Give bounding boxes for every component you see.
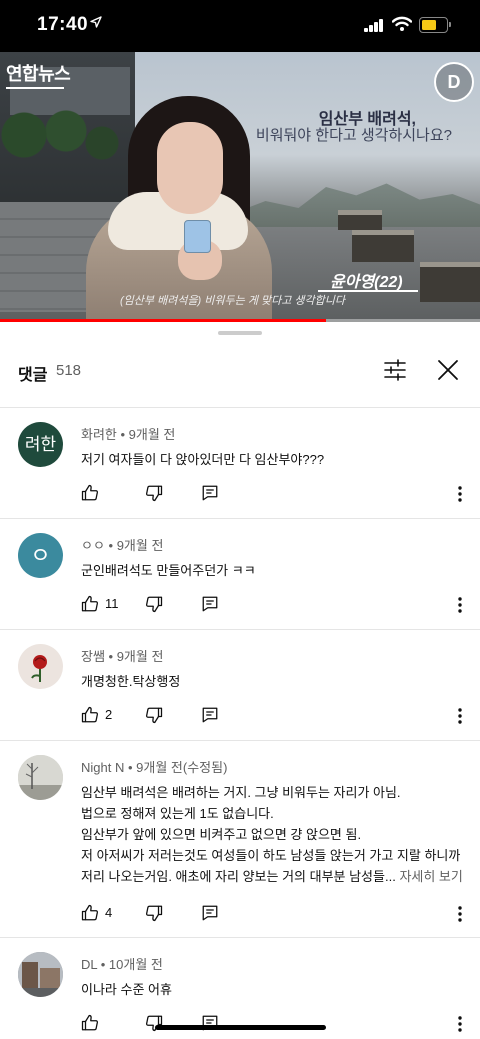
comment-text: 임산부 배려석은 배려하는 거지. 그냥 비워두는 자리가 아님. 법으로 정해… — [81, 782, 466, 887]
reply-icon[interactable] — [201, 484, 219, 504]
comment-item: 려한 화려한 • 9개월 전 저기 여자들이 다 앉아있더만 다 임산부야??? — [0, 408, 480, 519]
location-arrow-icon — [90, 16, 102, 28]
comment-item: 장쌤 • 9개월 전 개명청한.탁상행정 2 — [0, 630, 480, 741]
dislike-icon[interactable] — [145, 904, 163, 924]
comment-meta: 장쌤 • 9개월 전 — [81, 646, 163, 665]
street-photo-icon — [18, 952, 63, 997]
dislike-icon[interactable] — [145, 706, 163, 726]
video-scene-trees — [0, 87, 120, 167]
comment-meta: ㅇㅇ • 9개월 전 — [81, 535, 163, 554]
wifi-icon — [392, 16, 412, 32]
more-options-icon[interactable] — [451, 1014, 469, 1034]
comment-line: 임산부가 앞에 있으면 비켜주고 없으면 걍 앉으면 됨. — [81, 827, 362, 842]
comment-actions: 4 — [81, 904, 476, 926]
comment-text: 저기 여자들이 다 앉아있더만 다 임산부야??? — [81, 452, 325, 467]
sort-filter-icon[interactable] — [383, 358, 407, 382]
corner-logo: D — [434, 62, 474, 102]
comment-time: 9개월 전 — [128, 427, 176, 442]
meta-separator: • — [124, 760, 137, 775]
battery-level — [422, 20, 437, 30]
comment-text: 개명청한.탁상행정 — [81, 674, 181, 689]
video-person-phone — [184, 220, 211, 253]
comment-line-text: 저리 나오는거임. 애초에 자리 양보는 거의 대부분 남성들... — [81, 869, 396, 884]
comment-time: 10개월 전 — [108, 957, 163, 972]
comment-time: 9개월 전(수정됨) — [136, 760, 228, 775]
avatar[interactable]: 려한 — [18, 422, 63, 467]
reply-icon[interactable] — [201, 706, 219, 726]
meta-separator: • — [97, 957, 109, 972]
comment-item: ㅇ ㅇㅇ • 9개월 전 군인배려석도 만들어주던가 ㅋㅋ 11 — [0, 519, 480, 630]
reply-icon[interactable] — [201, 1014, 219, 1034]
comment-line: 임산부 배려석은 배려하는 거지. 그냥 비워두는 자리가 아님. — [81, 785, 401, 800]
comments-count: 518 — [56, 362, 82, 379]
reply-icon[interactable] — [201, 595, 219, 615]
reply-icon[interactable] — [201, 904, 219, 924]
comment-item: Night N • 9개월 전(수정됨) 임산부 배려석은 배려하는 거지. 그… — [0, 741, 480, 938]
comment-author[interactable]: ㅇㅇ — [81, 538, 105, 553]
like-icon[interactable] — [81, 904, 99, 924]
video-scene-planter — [352, 230, 414, 262]
status-bar: 17:40 — [0, 0, 480, 52]
channel-logo: 연합뉴스 — [6, 60, 71, 89]
more-options-icon[interactable] — [451, 904, 469, 924]
comment-meta: 화려한 • 9개월 전 — [81, 424, 175, 443]
like-icon[interactable] — [81, 484, 99, 504]
comments-sheet: 댓글 518 려한 화려한 • 9개월 전 저기 여자들이 다 앉아있더만 다 … — [0, 322, 480, 1039]
comment-meta: Night N • 9개월 전(수정됨) — [81, 757, 227, 776]
video-player[interactable]: 연합뉴스 D 임산부 배려석, 비워둬야 한다고 생각하시나요? 윤아영(22)… — [0, 52, 480, 322]
status-time: 17:40 — [37, 14, 89, 35]
more-options-icon[interactable] — [451, 484, 469, 504]
close-icon[interactable] — [436, 358, 460, 382]
like-count: 2 — [105, 707, 113, 722]
comment-author[interactable]: DL — [81, 957, 97, 972]
comment-actions: 11 — [81, 595, 476, 617]
read-more-link[interactable]: 자세히 보기 — [399, 869, 462, 884]
more-options-icon[interactable] — [451, 706, 469, 726]
comment-meta: DL • 10개월 전 — [81, 954, 163, 973]
avatar[interactable] — [18, 644, 63, 689]
comment-author[interactable]: Night N — [81, 760, 124, 775]
comment-line: 저 아저씨가 저러는것도 여성들이 하도 남성들 앉는거 가고 지랄 하니까 — [81, 848, 461, 863]
comment-actions: 2 — [81, 706, 476, 728]
comment-line: 저리 나오는거임. 애초에 자리 양보는 거의 대부분 남성들... 자세히 보… — [81, 866, 466, 887]
comment-author[interactable]: 화려한 — [81, 427, 117, 442]
comment-actions — [81, 484, 476, 506]
video-caption-question: 비워둬야 한다고 생각하시나요? — [255, 127, 452, 144]
comment-author[interactable]: 장쌤 — [81, 649, 105, 664]
dislike-icon[interactable] — [145, 595, 163, 615]
comment-time: 9개월 전 — [116, 538, 164, 553]
video-scene-planter — [420, 262, 480, 302]
avatar[interactable] — [18, 952, 63, 997]
comment-time: 9개월 전 — [116, 649, 164, 664]
like-icon[interactable] — [81, 595, 99, 615]
cellular-signal-icon — [364, 19, 384, 32]
battery-icon — [419, 17, 451, 33]
comment-text: 이나라 수준 어휴 — [81, 982, 172, 997]
comments-title: 댓글 — [18, 367, 48, 384]
like-icon[interactable] — [81, 706, 99, 726]
like-icon[interactable] — [81, 1014, 99, 1034]
more-options-icon[interactable] — [451, 595, 469, 615]
tree-photo-icon — [18, 755, 63, 800]
avatar[interactable]: ㅇ — [18, 533, 63, 578]
meta-separator: • — [116, 427, 129, 442]
speaker-name-caption: 윤아영(22) — [318, 268, 418, 292]
meta-separator: • — [104, 649, 117, 664]
avatar[interactable] — [18, 755, 63, 800]
sheet-drag-handle[interactable] — [218, 331, 262, 335]
meta-separator: • — [104, 538, 117, 553]
dislike-icon[interactable] — [145, 1014, 163, 1034]
like-count: 11 — [105, 596, 119, 611]
comment-item: DL • 10개월 전 이나라 수준 어휴 — [0, 938, 480, 1039]
comment-line: 법으로 정해져 있는게 1도 없습니다. — [81, 806, 274, 821]
video-person-face — [157, 122, 223, 214]
like-count: 4 — [105, 905, 113, 920]
rose-icon — [31, 655, 47, 682]
dislike-icon[interactable] — [145, 484, 163, 504]
video-scene-planter — [338, 210, 382, 230]
comment-text: 군인배려석도 만들어주던가 ㅋㅋ — [81, 563, 256, 578]
home-indicator[interactable] — [155, 1025, 326, 1030]
video-subtitle: (임산부 배려석을) 비워두는 게 맞다고 생각합니다 — [120, 295, 346, 307]
